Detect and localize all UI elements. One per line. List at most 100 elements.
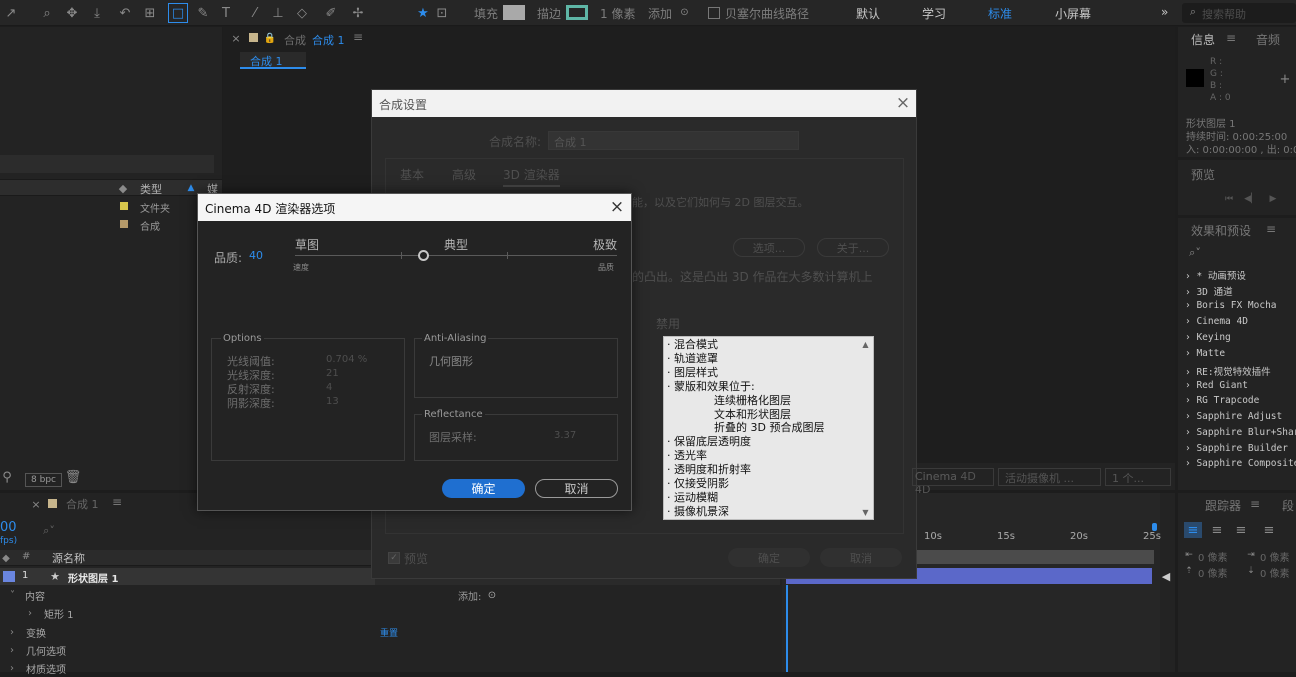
keyframe-nav-icon[interactable]: ◀ <box>1160 569 1172 583</box>
layer-sampling-value[interactable]: 3.37 <box>554 430 576 441</box>
pan-icon[interactable]: ✥ <box>63 4 81 22</box>
workspace-learn[interactable]: 学习 <box>922 5 946 22</box>
bezier-checkbox[interactable] <box>708 7 720 19</box>
tracker-px2[interactable]: 0 像素 <box>1260 549 1290 564</box>
stroke-width[interactable]: 1 像素 <box>600 5 635 22</box>
flowchart-icon[interactable]: ⚲ <box>0 470 14 485</box>
aa-value[interactable]: 几何图形 <box>429 353 473 369</box>
rectangle-tool-icon[interactable]: □ <box>168 3 188 23</box>
type-icon[interactable]: T <box>217 4 235 22</box>
list-scrollbar[interactable]: ▲ ▼ <box>858 337 873 519</box>
grid-snap-icon[interactable]: ⊡ <box>433 4 451 22</box>
prev-frame-icon[interactable]: ◀▏ <box>1244 193 1258 205</box>
option-value[interactable]: 4 <box>326 382 332 393</box>
close-icon[interactable]: × <box>608 197 626 217</box>
add-circle-icon[interactable]: ⊙ <box>486 589 498 601</box>
add-circle-icon[interactable]: ⊙ <box>678 6 691 19</box>
layer-label-swatch[interactable] <box>3 571 15 582</box>
property-row[interactable]: ˅ 内容 添加: ⊙ <box>0 586 780 604</box>
brush-icon[interactable]: ⁄ <box>246 4 264 22</box>
comp-tab-active[interactable]: 合成 1 <box>312 32 345 48</box>
tab-basic[interactable]: 基本 <box>400 166 424 183</box>
effects-item[interactable]: › Matte <box>1185 348 1225 359</box>
timeline-tab[interactable]: 合成 1 <box>66 496 99 512</box>
star-snap-icon[interactable]: ★ <box>414 4 432 22</box>
align-center-icon[interactable]: ≡ <box>1208 522 1226 538</box>
effects-item[interactable]: › Red Giant <box>1185 380 1248 391</box>
reset-link[interactable]: 重置 <box>380 626 398 639</box>
effects-item[interactable]: › RE:视觉特效插件 <box>1185 364 1271 378</box>
about-button[interactable]: 关于... <box>817 238 889 257</box>
help-search[interactable]: ⌕ 搜索帮助 <box>1182 3 1296 23</box>
col-source-name[interactable]: 源名称 <box>52 550 85 566</box>
project-item[interactable]: 文件夹 <box>0 198 222 215</box>
project-item[interactable]: 合成 <box>0 216 222 233</box>
project-search[interactable] <box>0 155 214 173</box>
trash-icon[interactable]: 🗑 <box>65 470 82 485</box>
rotate-icon[interactable]: ↶ <box>116 4 134 22</box>
comp-tab-prefix[interactable]: 合成 <box>284 32 306 48</box>
effects-item[interactable]: › 3D 通道 <box>1185 284 1233 298</box>
tab-info[interactable]: 信息 <box>1191 31 1215 48</box>
tracker-px1[interactable]: 0 像素 <box>1198 549 1228 564</box>
slider-thumb[interactable] <box>418 250 430 261</box>
label-tag-icon[interactable]: ◆ <box>116 181 130 195</box>
first-frame-icon[interactable]: ⏮ <box>1222 193 1236 205</box>
property-row[interactable]: › 材质选项 <box>0 659 780 677</box>
move-down-icon[interactable]: ⤓ <box>88 4 106 22</box>
tracker-px4[interactable]: 0 像素 <box>1260 565 1290 580</box>
sort-asc-icon[interactable]: ▲ <box>184 181 198 195</box>
disabled-features-list[interactable]: · 混合模式 · 轨道遮罩 · 图层样式 · 蒙版和效果位于: 连续栅格化图层 … <box>663 336 874 520</box>
tracker-menu-icon[interactable]: ≡ <box>1250 497 1260 511</box>
c4d-cancel-button[interactable]: 取消 <box>535 479 618 498</box>
bpc-indicator[interactable]: 8 bpc <box>25 473 62 487</box>
scroll-down-icon[interactable]: ▼ <box>860 507 871 517</box>
lock-icon[interactable]: 🔒 <box>264 31 276 45</box>
comp-cancel-button[interactable]: 取消 <box>820 548 902 567</box>
effects-item[interactable]: › Boris FX Mocha <box>1185 300 1277 311</box>
clone-stamp-icon[interactable]: ⊥ <box>269 4 287 22</box>
roto-brush-icon[interactable]: ✐ <box>322 4 340 22</box>
option-value[interactable]: 0.704 % <box>326 354 367 365</box>
tab-3d-renderer[interactable]: 3D 渲染器 <box>503 166 560 187</box>
workspace-more-icon[interactable]: » <box>1161 5 1168 19</box>
anchor-icon[interactable]: ⊞ <box>141 4 159 22</box>
effects-item[interactable]: › Sapphire Adjust <box>1185 411 1282 422</box>
col-type[interactable]: 类型 <box>140 181 162 197</box>
comp-ok-button[interactable]: 确定 <box>728 548 810 567</box>
info-menu-icon[interactable]: ≡ <box>1226 31 1236 45</box>
expand-chevron-icon[interactable]: › <box>10 645 14 656</box>
fill-swatch[interactable] <box>503 5 525 20</box>
close-icon[interactable]: × <box>894 93 912 113</box>
pen-icon[interactable]: ✎ <box>194 4 212 22</box>
tracker-tab2[interactable]: 段 <box>1282 497 1294 514</box>
effects-item[interactable]: › Cinema 4D <box>1185 316 1248 327</box>
effects-item[interactable]: › Sapphire Blur+Sharpen <box>1185 427 1296 438</box>
effects-title[interactable]: 效果和预设 <box>1191 222 1251 239</box>
tracker-title[interactable]: 跟踪器 <box>1205 497 1241 514</box>
play-icon[interactable]: ▶ <box>1266 193 1280 205</box>
timeline-menu-icon[interactable]: ≡ <box>112 495 122 509</box>
quality-slider[interactable] <box>295 250 617 262</box>
property-row[interactable]: › 变换 重置 <box>0 623 780 641</box>
quality-value[interactable]: 40 <box>249 249 263 262</box>
effects-item[interactable]: › Keying <box>1185 332 1231 343</box>
stroke-swatch[interactable] <box>566 5 588 20</box>
property-row[interactable]: › 几何选项 <box>0 641 780 659</box>
preview-checkbox[interactable]: ✓ <box>388 552 400 564</box>
close-icon[interactable]: × <box>230 31 242 45</box>
effects-item[interactable]: › * 动画预设 <box>1185 268 1246 282</box>
puppet-pin-icon[interactable]: ✢ <box>349 4 367 22</box>
effects-item[interactable]: › RG Trapcode <box>1185 395 1259 406</box>
lasso-icon[interactable]: ↗ <box>2 4 20 22</box>
comp-name-input[interactable]: 合成 1 <box>548 131 799 150</box>
timecode[interactable]: 00 <box>0 520 17 535</box>
options-button[interactable]: 选项... <box>733 238 805 257</box>
camera-select[interactable]: 活动摄像机 ... <box>998 468 1101 486</box>
align-right-icon[interactable]: ≡ <box>1232 522 1250 538</box>
close-icon[interactable]: × <box>30 498 42 511</box>
c4d-ok-button[interactable]: 确定 <box>442 479 525 498</box>
preview-title[interactable]: 预览 <box>1191 166 1215 183</box>
scroll-up-icon[interactable]: ▲ <box>860 339 871 349</box>
expand-chevron-icon[interactable]: ˅ <box>10 590 15 601</box>
